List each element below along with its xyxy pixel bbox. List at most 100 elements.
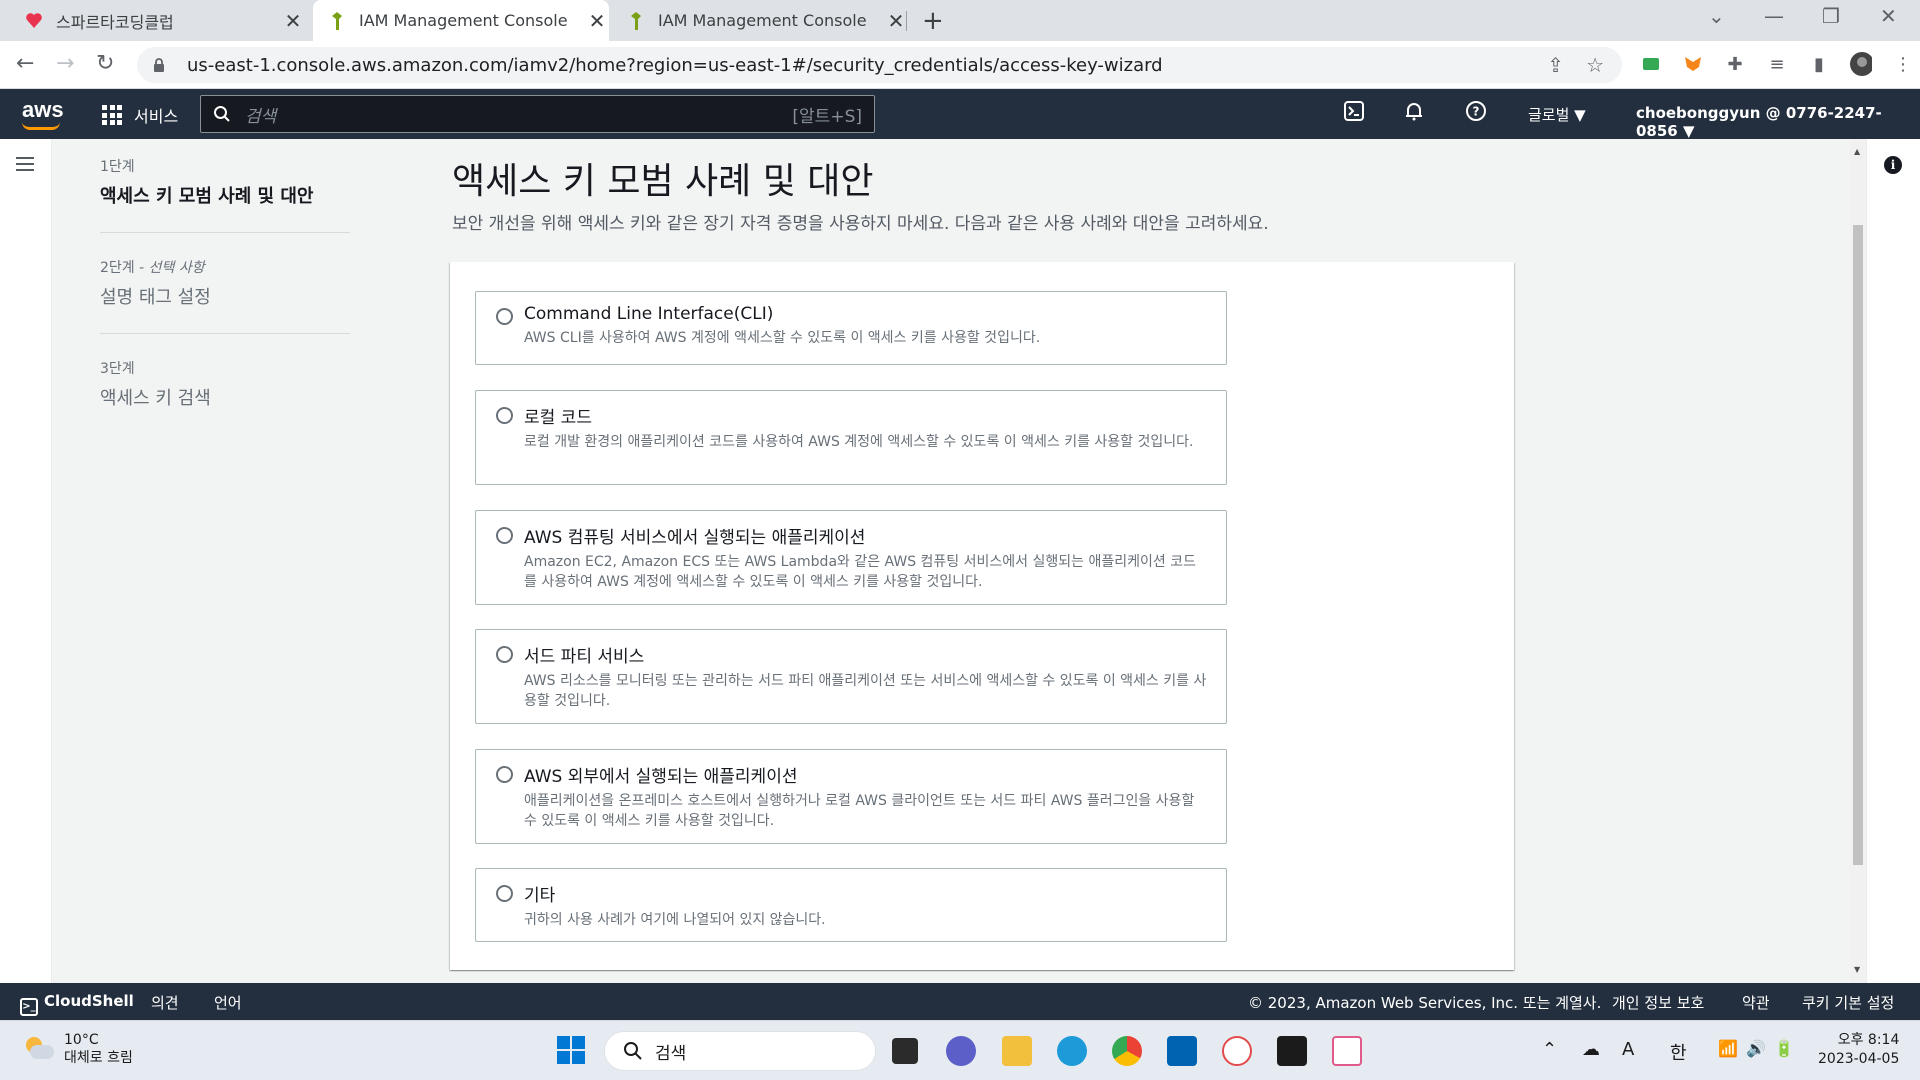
lock-icon[interactable] [153,57,167,73]
footer-feedback-link[interactable]: 의견 [151,992,179,1013]
cloudshell-label: CloudShell [44,992,134,1010]
scroll-down-arrow-icon[interactable]: ▼ [1854,965,1860,974]
radio-button[interactable] [496,308,513,325]
tab-separator [906,11,907,31]
share-icon[interactable]: ⇪ [1547,53,1564,77]
back-icon[interactable]: ← [16,51,34,76]
reload-icon[interactable]: ↻ [96,51,114,76]
edge-browser-icon[interactable] [1057,1036,1087,1066]
file-explorer-icon[interactable] [1002,1036,1032,1066]
side-panel-icon[interactable]: ▮ [1808,53,1830,75]
use-case-option-third-party[interactable]: 서드 파티 서비스 AWS 리소스를 모니터링 또는 관리하는 서드 파티 애플… [475,629,1227,724]
windows-start-icon[interactable] [556,1035,586,1065]
wizard-step-1[interactable]: 1단계 액세스 키 모범 사례 및 대안 [100,156,350,233]
use-case-option-outside-aws[interactable]: AWS 외부에서 실행되는 애플리케이션 애플리케이션을 온프레미스 호스트에서… [475,749,1227,844]
use-case-option-other[interactable]: 기타 귀하의 사용 사례가 여기에 나열되어 있지 않습니다. [475,868,1227,942]
step-optional-label: 선택 사항 [148,260,205,276]
use-case-option-cli[interactable]: Command Line Interface(CLI) AWS CLI를 사용하… [475,291,1227,365]
cloudshell-icon: >_ [20,998,38,1016]
radio-button[interactable] [496,646,513,663]
footer-cookie-link[interactable]: 쿠키 기본 설정 [1802,992,1894,1013]
option-description: AWS CLI를 사용하여 AWS 계정에 액세스할 수 있도록 이 액세스 키… [524,330,1041,346]
info-icon[interactable]: i [1884,156,1902,174]
ime-mode-indicator[interactable]: A [1622,1039,1634,1060]
wizard-step-2[interactable]: 2단계 - 선택 사항 설명 태그 설정 [100,257,350,334]
weather-desc: 대체로 흐림 [64,1050,133,1066]
footer-terms-link[interactable]: 약관 [1742,992,1770,1013]
window-close-icon[interactable]: ✕ [1880,4,1897,28]
services-menu-button[interactable]: 서비스 [102,103,178,127]
browser-tab-sparta[interactable]: 스파르타코딩클럽 ✕ [0,0,305,41]
forward-icon[interactable]: → [56,51,74,76]
aws-top-nav: aws 서비스 검색 [알트+S] ? 글로벌 ▼ choebonggyun @… [0,89,1920,140]
iam-favicon-icon [626,11,646,31]
battery-icon[interactable]: 🔋 [1774,1039,1794,1058]
windows-taskbar: 10°C 대체로 흐림 검색 ⌃ ☁ A 한 📶 🔊 🔋 오후 8:14 202… [0,1020,1920,1080]
minimize-icon[interactable]: — [1764,4,1784,28]
search-icon [624,1042,642,1060]
bookmark-star-icon[interactable]: ☆ [1586,53,1604,77]
help-panel-rail: i [1866,139,1920,983]
task-view-icon[interactable] [892,1038,918,1064]
scroll-up-arrow-icon[interactable]: ▲ [1854,147,1860,156]
wifi-icon[interactable]: 📶 [1718,1039,1738,1058]
extensions-puzzle-icon[interactable]: ✚ [1724,53,1746,75]
use-case-option-aws-compute[interactable]: AWS 컴퓨팅 서비스에서 실행되는 애플리케이션 Amazon EC2, Am… [475,510,1227,605]
url-omnibox[interactable]: us-east-1.console.aws.amazon.com/iamv2/h… [137,47,1622,83]
help-icon[interactable]: ? [1466,101,1486,126]
notifications-bell-icon[interactable] [1404,101,1424,126]
tab-search-icon[interactable]: ⌄ [1708,4,1725,28]
taskbar-search[interactable]: 검색 [604,1031,876,1071]
use-case-panel: Command Line Interface(CLI) AWS CLI를 사용하… [450,262,1514,970]
new-tab-icon[interactable]: + [922,6,944,36]
snipping-tool-icon[interactable] [1332,1036,1362,1066]
option-description: Amazon EC2, Amazon ECS 또는 AWS Lambda와 같은… [524,554,1196,590]
tab-close-icon[interactable]: ✕ [281,9,305,33]
account-menu[interactable]: choebonggyun @ 0776-2247-0856 ▼ [1636,104,1920,140]
sticky-notes-icon[interactable] [1277,1036,1307,1066]
footer-cloudshell-button[interactable]: >_ CloudShell [20,992,134,1016]
hamburger-menu-icon[interactable] [16,157,34,175]
browser-tab-iam-active[interactable]: IAM Management Console ✕ [313,0,609,41]
tray-overflow-chevron-icon[interactable]: ⌃ [1542,1039,1557,1060]
restore-icon[interactable]: ❐ [1822,4,1840,28]
aws-logo[interactable]: aws [22,97,64,130]
cloudshell-icon[interactable] [1344,101,1364,126]
scrollbar-thumb[interactable] [1853,225,1863,865]
teams-chat-icon[interactable] [946,1036,976,1066]
aws-smile-icon [22,122,60,130]
use-case-option-local-code[interactable]: 로컬 코드 로컬 개발 환경의 애플리케이션 코드를 사용하여 AWS 계정에 … [475,390,1227,485]
extension-green-icon[interactable] [1640,53,1662,75]
wizard-step-3[interactable]: 3단계 액세스 키 검색 [100,358,350,434]
chrome-browser-icon[interactable] [1112,1036,1142,1066]
console-search-input[interactable]: 검색 [알트+S] [200,95,875,133]
radio-button[interactable] [496,766,513,783]
metamask-fox-icon[interactable] [1682,53,1704,75]
browser-tab-iam[interactable]: IAM Management Console ✕ [612,0,908,41]
footer-privacy-link[interactable]: 개인 정보 보호 [1612,992,1704,1013]
system-clock[interactable]: 오후 8:14 2023-04-05 [1818,1031,1899,1069]
radio-button[interactable] [496,407,513,424]
profile-avatar-icon[interactable] [1850,52,1872,76]
region-selector[interactable]: 글로벌 ▼ [1528,104,1586,125]
tab-title: IAM Management Console [359,11,568,30]
console-footer: >_ CloudShell 의견 언어 © 2023, Amazon Web Se… [0,983,1920,1020]
wizard-steps: 1단계 액세스 키 모범 사례 및 대안 2단계 - 선택 사항 설명 태그 설… [100,156,350,458]
footer-copyright: © 2023, Amazon Web Services, Inc. 또는 계열사… [1248,994,1602,1012]
microsoft-store-icon[interactable] [1167,1036,1197,1066]
ime-korean-indicator[interactable]: 한 [1670,1039,1687,1065]
media-control-icon[interactable]: ≡ [1766,53,1788,75]
radio-button[interactable] [496,527,513,544]
volume-icon[interactable]: 🔊 [1746,1039,1766,1058]
tab-close-icon[interactable]: ✕ [585,9,609,33]
radio-button[interactable] [496,885,513,902]
page-scrollbar[interactable]: ▲ ▼ [1850,139,1866,983]
clock-time: 오후 8:14 [1837,1032,1900,1048]
onedrive-cloud-icon[interactable]: ☁ [1582,1039,1600,1060]
footer-language-link[interactable]: 언어 [214,992,242,1013]
tab-close-icon[interactable]: ✕ [884,9,908,33]
option-description: 애플리케이션을 온프레미스 호스트에서 실행하거나 로컬 AWS 클라이언트 또… [524,793,1195,829]
browser-menu-icon[interactable]: ⋮ [1892,53,1914,75]
weather-widget[interactable]: 10°C 대체로 흐림 [22,1031,133,1067]
sync-app-icon[interactable] [1222,1036,1252,1066]
